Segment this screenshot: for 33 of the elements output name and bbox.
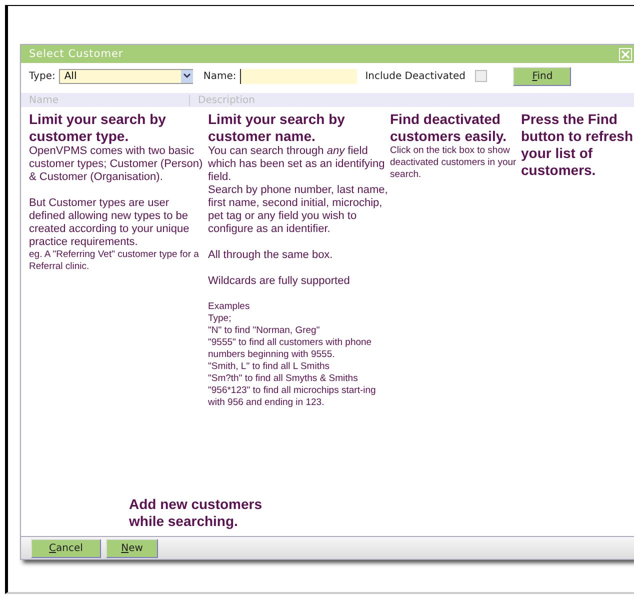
close-icon (621, 50, 630, 58)
note-text: "N" to find "Norman, Greg" (208, 325, 321, 337)
note-text: Examples (208, 301, 251, 313)
note-text: But Customer types are user defined allowing new types to be created according to your unique practice requirements. (29, 197, 190, 249)
note-text: You can search through any field which has been set as an identifying field. (208, 145, 386, 184)
note-heading: Add new customers while searching. (129, 496, 264, 530)
window-title: Select Customer (29, 48, 124, 60)
name-label: Name: (203, 70, 236, 82)
new-button[interactable]: New (106, 538, 158, 558)
note-text: "9555" to find all customers with phone numbers beginning with 9555. (208, 337, 373, 361)
note-text: "956*123" to find all microchips start-ing with 956 and ending in 123. (208, 385, 377, 409)
note-heading: Limit your search by customer name. (208, 111, 346, 145)
note-text: eg. A "Referring Vet" customer type for a Referral clinic. (29, 249, 200, 273)
note-text: Click on the tick box to show deactivated customers in your search. (390, 145, 518, 181)
note-text: Search by phone number, last name, first name, second initial, microchip, pet tag or any field you wish to configure as an identifier. (208, 184, 389, 236)
cancel-button[interactable]: Cancel (31, 538, 101, 558)
note-text: "Sm?th" to find all Smyths & Smiths (208, 373, 359, 385)
find-button[interactable]: Find (513, 66, 572, 86)
note-heading: Press the Find button to refresh your list of customers. (521, 111, 634, 179)
name-input-field[interactable] (240, 68, 358, 84)
note-heading: Find deactivated customers easily. (390, 111, 508, 145)
include-deactivated-checkbox[interactable] (475, 70, 488, 82)
note-text: Type; (208, 313, 232, 325)
note-text: All through the same box. (208, 249, 334, 262)
close-button[interactable] (619, 48, 632, 60)
type-label: Type: (29, 70, 56, 82)
note-text: "Smith, L" to find all L Smiths (208, 361, 330, 373)
include-deactivated-label: Include Deactivated (365, 70, 466, 82)
note-heading: Limit your search by customer type. (29, 111, 167, 145)
caret-icon (183, 73, 192, 79)
type-dropdown[interactable]: All (59, 68, 194, 84)
note-text: Wildcards are fully supported (208, 275, 351, 288)
note-text: OpenVPMS comes with two basic customer types; Customer (Person) & Customer (Organisation). (29, 145, 204, 184)
